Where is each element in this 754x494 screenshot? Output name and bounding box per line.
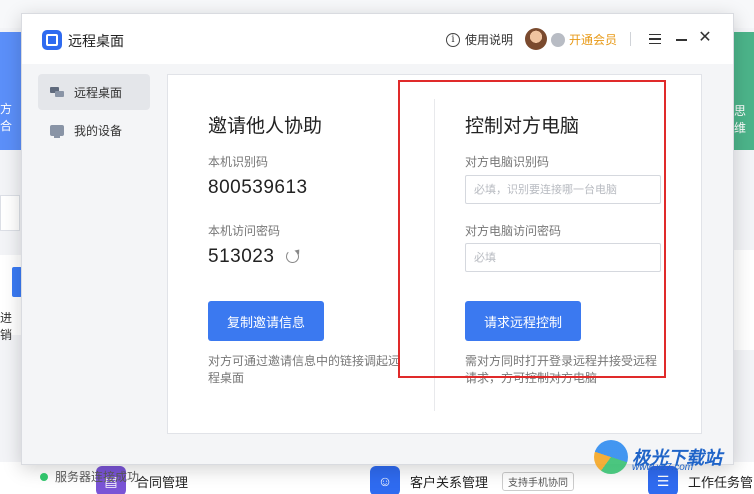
local-password-value: 513023 (208, 246, 275, 267)
watermark: 极光下载站 www.xz7.com (594, 440, 722, 474)
close-icon[interactable]: ✕ (698, 30, 712, 46)
vip-icon (551, 32, 565, 47)
invite-heading: 邀请他人协助 (208, 116, 323, 137)
dialog-title: 远程桌面 (68, 33, 124, 49)
dialog-titlebar: 远程桌面 i 使用说明 开通会员 ✕ (22, 14, 733, 64)
background-tile-left: 进销 (0, 255, 22, 342)
remote-desktop-logo-icon (42, 30, 62, 50)
minimize-icon[interactable] (676, 39, 687, 41)
section-divider (434, 99, 435, 411)
refresh-icon[interactable] (286, 250, 299, 263)
titlebar-divider (630, 32, 631, 46)
avatar[interactable] (525, 28, 547, 50)
remote-id-input[interactable] (465, 175, 661, 204)
info-icon: i (446, 32, 460, 47)
background-banner-left: 方合 (0, 32, 22, 150)
sidebar-item-remote-desktop[interactable]: 远程桌面 (38, 74, 150, 110)
crm-icon: ☺ (370, 466, 400, 494)
vip-link[interactable]: 开通会员 (551, 31, 617, 48)
background-tile-right (734, 250, 754, 350)
watermark-sub: www.xz7.com (632, 462, 694, 473)
menu-icon[interactable] (649, 34, 661, 44)
sidebar-item-label: 我的设备 (74, 123, 123, 138)
background-app-crm-label: 客户关系管理 (410, 474, 489, 490)
remote-desktop-dialog: 远程桌面 i 使用说明 开通会员 ✕ 远程桌面 我的设备 服务器连接成功 邀请他… (21, 13, 734, 484)
server-status-text: 服务器连接成功 (55, 470, 140, 484)
request-control-button[interactable]: 请求远程控制 (465, 301, 581, 341)
background-app-contract-label: 合同管理 (136, 474, 189, 490)
remote-desktop-icon (50, 87, 64, 97)
vip-label: 开通会员 (569, 33, 618, 47)
local-password-label: 本机访问密码 (208, 224, 281, 238)
watermark-logo-icon (594, 440, 628, 474)
control-note: 需对方同时打开登录远程并接受远程请求，方可控制对方电脑 (465, 354, 658, 385)
background-app-crm-badge: 支持手机协同 (502, 471, 575, 491)
background-banner-right-text: 思维 (734, 104, 747, 135)
help-link[interactable]: i 使用说明 (446, 31, 513, 48)
background-app-crm[interactable]: ☺ 客户关系管理 支持手机协同 (370, 466, 575, 494)
local-id-value: 800539613 (208, 177, 308, 198)
background-tile-label: 进销 (0, 311, 13, 342)
main-panel: 邀请他人协助 本机识别码 800539613 本机访问密码 513023 复制邀… (167, 74, 702, 434)
remote-id-label: 对方电脑识别码 (465, 155, 550, 169)
background-banner-right: 思维 (734, 32, 754, 150)
remote-password-input[interactable] (465, 243, 661, 272)
background-banner-left-text: 方合 (0, 102, 13, 133)
control-heading: 控制对方电脑 (465, 116, 580, 137)
help-label: 使用说明 (465, 33, 514, 47)
background-input-fragment (0, 195, 20, 231)
sidebar-item-my-devices[interactable]: 我的设备 (38, 112, 150, 148)
monitor-icon (50, 124, 64, 138)
local-id-label: 本机识别码 (208, 155, 269, 169)
background-app-task-label: 工作任务管 (688, 474, 754, 490)
invite-note: 对方可通过邀请信息中的链接调起远程桌面 (208, 354, 401, 385)
copy-invite-button[interactable]: 复制邀请信息 (208, 301, 324, 341)
dialog-sidebar: 远程桌面 我的设备 服务器连接成功 (22, 64, 162, 484)
remote-password-label: 对方电脑访问密码 (465, 224, 562, 238)
sidebar-item-label: 远程桌面 (74, 85, 123, 100)
server-status: 服务器连接成功 (40, 468, 139, 485)
status-dot-icon (40, 472, 48, 481)
